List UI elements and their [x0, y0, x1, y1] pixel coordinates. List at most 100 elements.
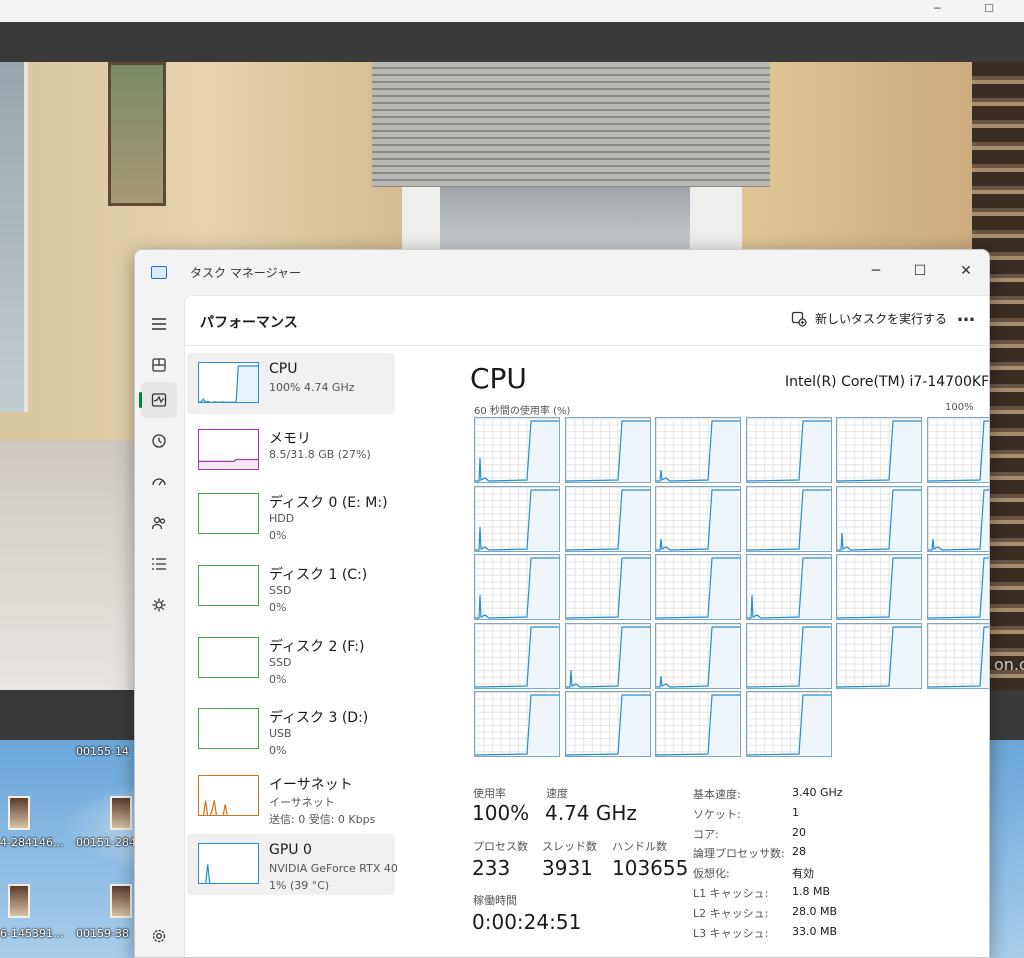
sidebar-item-disk-2[interactable]: ディスク 2 (F:) SSD 0%	[187, 628, 395, 689]
sidebar-item-detail: 1% (39 °C)	[269, 879, 330, 892]
logical-processor-graph	[745, 417, 832, 483]
details-icon	[152, 558, 166, 570]
uptime-label: 稼働時間	[473, 894, 517, 907]
processes-value: 233	[472, 856, 511, 880]
sidebar-item-cpu[interactable]: CPU 100% 4.74 GHz	[187, 353, 395, 414]
sidebar-item-name: ディスク 0 (E: M:)	[269, 495, 388, 511]
nav-settings-button[interactable]	[141, 918, 177, 954]
background-top-strip: ─ ☐	[0, 0, 1024, 22]
task-manager-window: タスク マネージャー ─ ☐ ✕ パフォーマンス 新しいタスクを実行する … C…	[134, 249, 990, 958]
core-usage-area	[475, 695, 559, 756]
spec-label: L2 キャッシュ:	[693, 906, 769, 920]
core-usage-area	[565, 489, 650, 551]
core-usage-area	[475, 626, 559, 688]
sidebar-item-detail: 100% 4.74 GHz	[269, 381, 355, 394]
sidebar-item-ethernet[interactable]: イーサネット イーサネット 送信: 0 受信: 0 Kbps	[187, 766, 395, 827]
core-usage-area	[565, 695, 650, 756]
core-usage-area	[927, 489, 989, 551]
nav-startup-apps-button[interactable]	[141, 464, 177, 500]
logical-processor-graph	[836, 417, 922, 483]
sidebar-item-disk-1[interactable]: ディスク 1 (C:) SSD 0%	[187, 556, 395, 617]
core-usage-area	[656, 421, 740, 482]
background-viewer-toolbar	[0, 22, 1024, 62]
logical-processor-graph	[745, 691, 832, 757]
core-usage-area	[746, 421, 831, 482]
sidebar-item-detail: NVIDIA GeForce RTX 40	[269, 862, 397, 875]
spec-label: L3 キャッシュ:	[693, 926, 769, 940]
core-usage-line	[927, 625, 989, 688]
logical-processor-graph	[564, 622, 651, 689]
sidebar-thumbnail-graph	[198, 362, 259, 403]
logical-processor-graph	[564, 554, 651, 620]
close-button[interactable]: ✕	[944, 256, 988, 286]
desktop-file-icon[interactable]	[8, 884, 30, 918]
core-usage-area	[927, 558, 989, 619]
background-window-controls: ─ ☐	[934, 2, 1014, 15]
nav-details-button[interactable]	[141, 546, 177, 582]
logical-processor-graph	[836, 554, 922, 620]
core-usage-area	[927, 421, 989, 482]
core-usage-area	[746, 695, 831, 756]
handles-label: ハンドル数	[612, 840, 667, 853]
maximize-icon: ☐	[913, 263, 927, 279]
desktop-icon-label[interactable]: 00151-284	[76, 836, 136, 849]
nav-performance-button[interactable]	[139, 382, 177, 418]
maximize-button[interactable]: ☐	[898, 256, 942, 286]
minimize-button[interactable]: ─	[854, 256, 898, 286]
desktop-icon-label[interactable]: 4-284146...	[0, 836, 63, 849]
sidebar-item-disk-3[interactable]: ディスク 3 (D:) USB 0%	[187, 699, 395, 760]
core-usage-area	[656, 626, 740, 688]
sidebar-item-disk-0[interactable]: ディスク 0 (E: M:) HDD 0%	[187, 484, 395, 545]
sidebar-thumbnail-graph	[198, 429, 259, 470]
sidebar-item-detail: 送信: 0 受信: 0 Kbps	[269, 813, 376, 826]
sidebar-item-detail: 0%	[269, 744, 287, 757]
title-bar[interactable]: タスク マネージャー ─ ☐ ✕	[135, 250, 989, 294]
desktop-file-icon[interactable]	[110, 796, 132, 830]
sidebar-item-name: CPU	[269, 361, 298, 377]
background-wall-picture	[108, 62, 166, 206]
settings-icon	[152, 929, 166, 943]
spec-label: 基本速度:	[693, 788, 741, 801]
services-icon	[152, 598, 166, 612]
spec-label: L1 キャッシュ:	[693, 887, 769, 900]
more-options-button[interactable]: …	[953, 306, 979, 332]
core-usage-area	[656, 558, 740, 619]
logical-processor-graph	[474, 554, 560, 620]
logical-processor-graph	[474, 417, 560, 483]
nav-services-button[interactable]	[141, 587, 177, 623]
run-new-task-button[interactable]: 新しいタスクを実行する	[791, 310, 947, 327]
resource-list: CPU 100% 4.74 GHz メモリ 8.5/31.8 GB (27%) ディスク…	[187, 353, 397, 913]
task-manager-app-icon	[151, 266, 167, 279]
desktop-icon-label[interactable]: 00155-14	[76, 745, 129, 758]
core-usage-area	[837, 421, 921, 482]
sidebar-item-gpu-0[interactable]: GPU 0 NVIDIA GeForce RTX 40 1% (39 °C)	[187, 834, 397, 895]
nav-menu-button[interactable]	[141, 306, 177, 342]
desktop-icon-label[interactable]: 00159-38	[76, 927, 129, 940]
desktop-file-icon[interactable]	[8, 796, 30, 830]
core-usage-area	[746, 558, 831, 619]
logical-processor-graph	[926, 554, 989, 620]
nav-users-button[interactable]	[141, 505, 177, 541]
sidebar-thumbnail-graph	[198, 493, 259, 534]
nav-processes-button[interactable]	[141, 347, 177, 383]
core-usage-line	[927, 557, 989, 619]
logical-processor-graph	[836, 622, 922, 689]
logical-processor-graph	[655, 622, 741, 689]
desktop-icon-label[interactable]: 6-145391...	[0, 927, 63, 940]
core-usage-area	[656, 695, 740, 756]
background-watermark-text: on.c	[994, 655, 1024, 674]
spec-label: 仮想化:	[693, 867, 730, 881]
desktop-file-icon[interactable]	[110, 884, 132, 918]
run-new-task-label: 新しいタスクを実行する	[815, 312, 948, 326]
core-usage-area	[475, 489, 559, 551]
app-history-icon	[152, 434, 166, 448]
background-sofa	[0, 440, 134, 690]
sidebar-item-memory[interactable]: メモリ 8.5/31.8 GB (27%)	[187, 420, 395, 481]
core-usage-line	[927, 488, 989, 551]
window-title: タスク マネージャー	[190, 266, 301, 280]
logical-processor-graph	[836, 485, 922, 552]
logical-processor-graph	[745, 622, 832, 689]
core-usage-area	[837, 558, 921, 619]
nav-app-history-button[interactable]	[141, 423, 177, 459]
sidebar-item-name: ディスク 2 (F:)	[269, 639, 365, 655]
